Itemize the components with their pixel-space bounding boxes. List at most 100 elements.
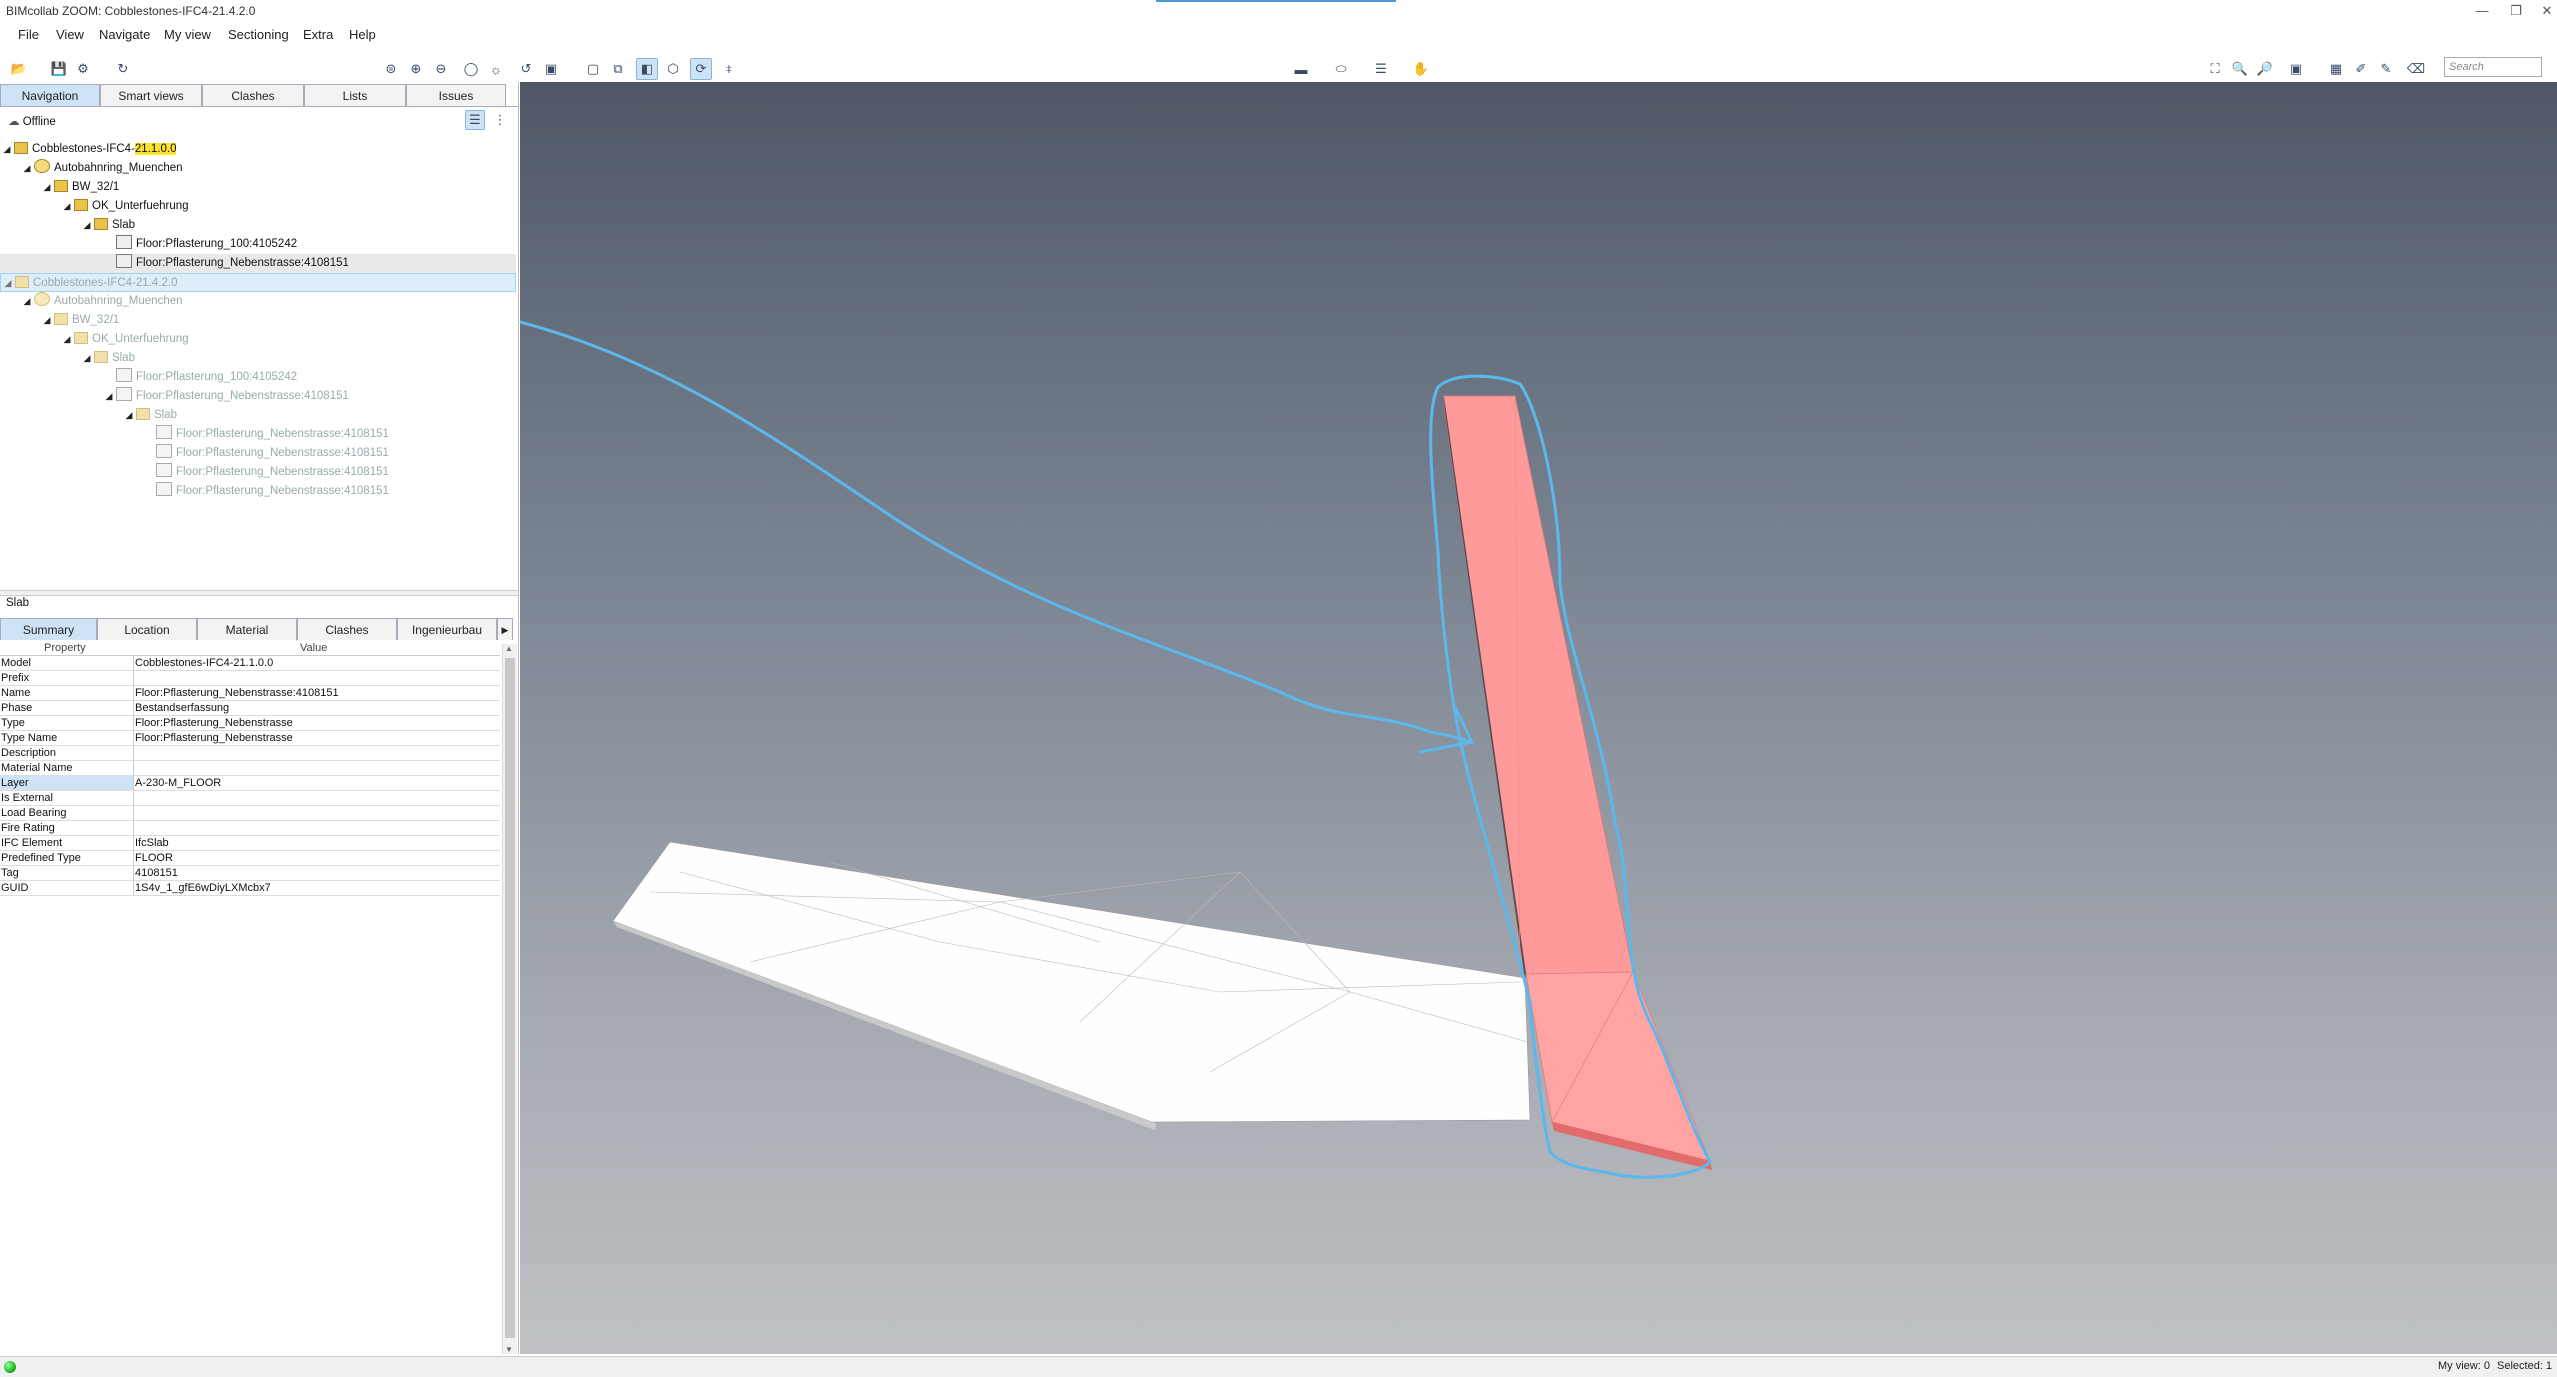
property-column-header[interactable]: Property <box>44 642 86 654</box>
property-row[interactable]: Description <box>0 745 500 761</box>
menu-extra[interactable]: Extra <box>303 27 333 42</box>
tab-location[interactable]: Location <box>97 618 197 640</box>
value-column-header[interactable]: Value <box>300 642 327 654</box>
tree-item-floor-7[interactable]: Floor:Pflasterung_Nebenstrasse:4108151 <box>142 463 389 482</box>
display-icon[interactable]: ▣ <box>2285 58 2307 80</box>
tree-item-building[interactable]: ◢ BW_32/1 <box>40 178 119 197</box>
hand-icon[interactable]: ✋ <box>1410 58 1432 80</box>
tab-summary[interactable]: Summary <box>0 618 97 640</box>
property-row[interactable]: Model Cobblestones-IFC4-21.1.0.0 <box>0 656 500 671</box>
fit-icon[interactable]: ⊜ <box>380 58 402 80</box>
paint-icon[interactable]: ✎ <box>2375 58 2397 80</box>
tree-item-floor-4[interactable]: ◢ Floor:Pflasterung_Nebenstrasse:4108151 <box>102 387 349 406</box>
property-row[interactable]: Phase Bestandserfassung <box>0 700 500 716</box>
tab-scroll-right-icon[interactable]: ▶ <box>497 618 513 640</box>
property-row[interactable]: GUID 1S4v_1_gfE6wDiyLXMcbx7 <box>0 880 500 896</box>
scrollbar-thumb[interactable] <box>505 658 515 1338</box>
expand-icon[interactable]: ◢ <box>80 216 94 235</box>
tree-item-floor-8[interactable]: Floor:Pflasterung_Nebenstrasse:4108151 <box>142 482 389 501</box>
tree-view-icon[interactable]: ☰ <box>465 110 485 130</box>
scroll-up-icon[interactable]: ▲ <box>505 644 513 653</box>
property-row[interactable]: Tag 4108151 <box>0 865 500 881</box>
menu-view[interactable]: View <box>56 27 84 42</box>
property-row[interactable]: Name Floor:Pflasterung_Nebenstrasse:41081… <box>0 685 500 701</box>
settings-icon[interactable]: ⚙ <box>72 58 94 80</box>
expand-icon[interactable]: ◢ <box>40 178 54 197</box>
property-scrollbar[interactable]: ▲ ▼ <box>502 644 517 1354</box>
tree-item-floor-6[interactable]: Floor:Pflasterung_Nebenstrasse:4108151 <box>142 444 389 463</box>
lines-icon[interactable]: ☰ <box>1370 58 1392 80</box>
property-row[interactable]: Fire Rating <box>0 820 500 836</box>
tree-item-floor-1[interactable]: Floor:Pflasterung_100:4105242 <box>102 235 297 254</box>
orbit-icon[interactable]: ◯ <box>460 58 482 80</box>
tab-prop-clashes[interactable]: Clashes <box>297 618 397 640</box>
group-view-icon[interactable]: ⋮ <box>490 110 510 130</box>
expand-icon[interactable]: ◢ <box>20 292 34 311</box>
report-icon[interactable]: ▦ <box>2325 58 2347 80</box>
menu-help[interactable]: Help <box>349 27 376 42</box>
tab-ingenieurbau[interactable]: Ingenieurbau <box>397 618 497 640</box>
expand-icon[interactable]: ◢ <box>20 159 34 178</box>
tree-item-slab-group[interactable]: ◢ Slab <box>80 216 135 235</box>
expand-icon[interactable]: ◢ <box>102 387 116 406</box>
tab-navigation[interactable]: Navigation <box>0 84 100 106</box>
box-view-icon[interactable]: ▢ <box>582 58 604 80</box>
markup-icon[interactable]: ✐ <box>2350 58 2372 80</box>
close-icon[interactable]: ✕ <box>2530 0 2557 22</box>
walk-icon[interactable]: ⟳ <box>690 58 712 80</box>
menu-sectioning[interactable]: Sectioning <box>228 27 289 42</box>
open-icon[interactable]: 📂 <box>8 58 30 80</box>
section-box-icon[interactable]: ◧ <box>636 58 658 80</box>
tab-smart-views[interactable]: Smart views <box>100 84 202 106</box>
tab-clashes[interactable]: Clashes <box>202 84 304 106</box>
cube-icon[interactable]: ⬡ <box>662 58 684 80</box>
slab-model-white[interactable] <box>612 841 1531 1130</box>
expand-icon[interactable]: ◢ <box>60 197 74 216</box>
expand-icon[interactable]: ◢ <box>40 311 54 330</box>
zoom-selected-icon[interactable]: 🔎 <box>2254 58 2276 80</box>
light-icon[interactable]: ☼ <box>485 58 507 80</box>
menu-file[interactable]: File <box>18 27 39 42</box>
undo-view-icon[interactable]: ↺ <box>515 58 537 80</box>
search-input[interactable]: Search <box>2444 57 2542 77</box>
tree-item-slab-group-2[interactable]: ◢ Slab <box>80 349 135 368</box>
tree-item-site[interactable]: ◢ Autobahnring_Muenchen <box>20 159 183 178</box>
filter-icon[interactable]: ⧧ <box>718 58 740 80</box>
tree-item-site-2[interactable]: ◢ Autobahnring_Muenchen <box>20 292 183 311</box>
expand-icon[interactable]: ◢ <box>1 274 15 293</box>
tree-item-slab-group-3[interactable]: ◢ Slab <box>122 406 177 425</box>
tab-lists[interactable]: Lists <box>304 84 406 106</box>
tree-item-storey-2[interactable]: ◢ OK_Unterfuehrung <box>60 330 189 349</box>
expand-icon[interactable]: ◢ <box>60 330 74 349</box>
tree-item-storey[interactable]: ◢ OK_Unterfuehrung <box>60 197 189 216</box>
property-row[interactable]: IFC Element IfcSlab <box>0 835 500 851</box>
tab-material[interactable]: Material <box>197 618 297 640</box>
zoom-in-icon[interactable]: ⊕ <box>405 58 427 80</box>
3d-viewport[interactable] <box>520 82 2557 1354</box>
zoom-out-icon[interactable]: ⊖ <box>430 58 452 80</box>
menu-myview[interactable]: My view <box>164 27 211 42</box>
expand-icon[interactable]: ◢ <box>80 349 94 368</box>
property-row[interactable]: Type Name Floor:Pflasterung_Nebenstrasse <box>0 730 500 746</box>
camera-icon[interactable]: ▣ <box>540 58 562 80</box>
tree-item-floor-2-selected[interactable]: Floor:Pflasterung_Nebenstrasse:4108151 <box>0 254 516 273</box>
panel-splitter[interactable] <box>0 590 518 596</box>
zoom-window-icon[interactable]: 🔍 <box>2229 58 2251 80</box>
eraser-icon[interactable]: ⌫ <box>2405 58 2427 80</box>
property-row[interactable]: Material Name <box>0 760 500 776</box>
expand-icon[interactable]: ◢ <box>122 406 136 425</box>
scroll-down-icon[interactable]: ▼ <box>505 1345 513 1354</box>
menu-navigate[interactable]: Navigate <box>99 27 150 42</box>
property-row[interactable]: Type Floor:Pflasterung_Nebenstrasse <box>0 715 500 731</box>
ellipse-icon[interactable]: ⬭ <box>1330 58 1352 80</box>
copy-view-icon[interactable]: ⧉ <box>607 58 629 80</box>
measure-icon[interactable]: ▬ <box>1290 58 1312 80</box>
property-row[interactable]: Layer A-230-M_FLOOR <box>0 775 500 791</box>
tab-issues[interactable]: Issues <box>406 84 506 106</box>
property-row[interactable]: Predefined Type FLOOR <box>0 850 500 866</box>
save-icon[interactable]: 💾 <box>48 58 70 80</box>
minimize-icon[interactable]: — <box>2465 0 2499 22</box>
property-row[interactable]: Prefix <box>0 670 500 686</box>
tree-item-building-2[interactable]: ◢ BW_32/1 <box>40 311 119 330</box>
tree-item-floor-5[interactable]: Floor:Pflasterung_Nebenstrasse:4108151 <box>142 425 389 444</box>
